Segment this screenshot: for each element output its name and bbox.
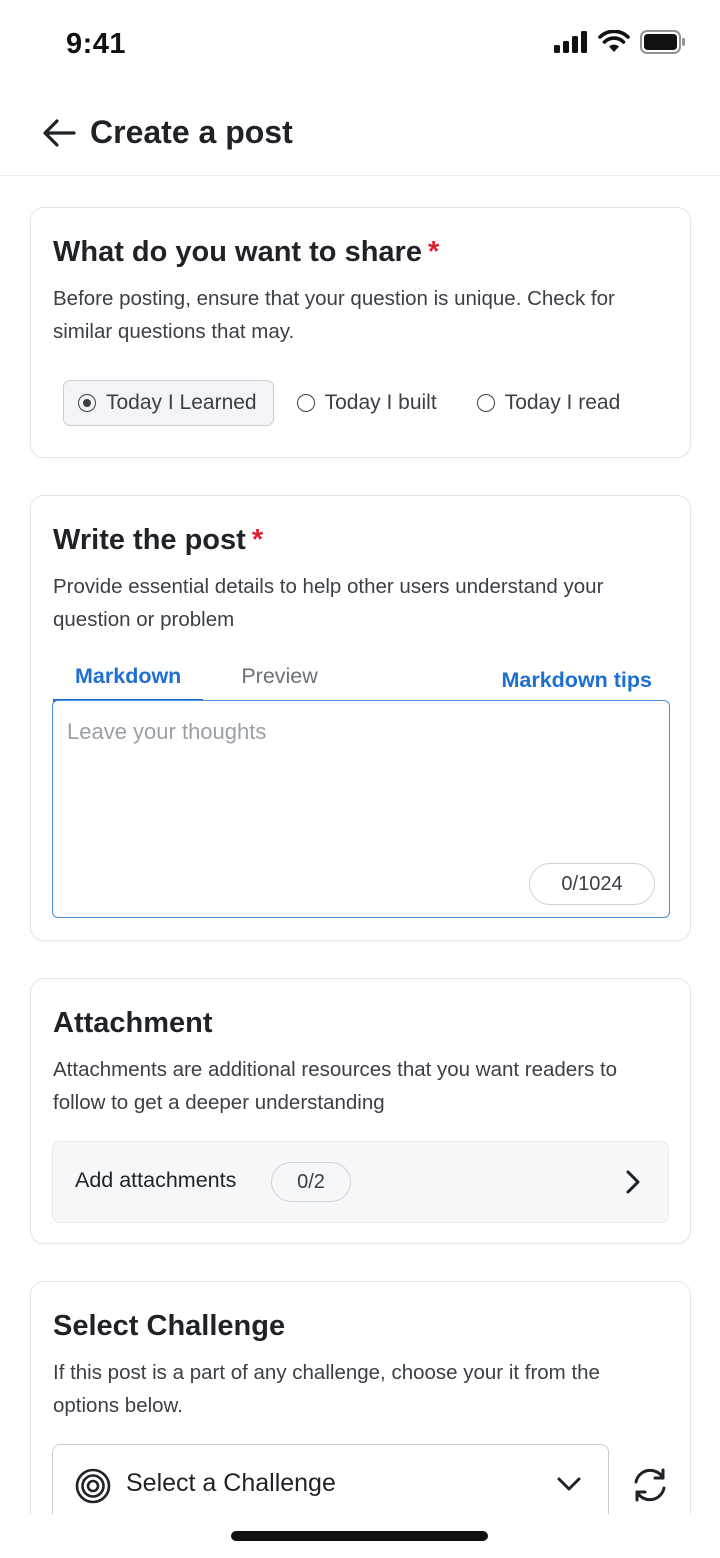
write-title: Write the post *: [53, 524, 264, 556]
chevron-down-icon: [556, 1475, 582, 1498]
char-count-badge: 0/1024: [529, 863, 655, 905]
tab-markdown[interactable]: Markdown: [53, 664, 204, 702]
back-arrow-icon: [42, 118, 76, 153]
home-indicator: [231, 1531, 488, 1541]
add-attachments-label: Add attachments: [75, 1168, 237, 1192]
share-card: What do you want to share * Before postin…: [30, 207, 691, 458]
attachment-count-badge: 0/2: [271, 1162, 351, 1202]
share-type-options: Today I Learned Today I built Today I re…: [63, 380, 637, 426]
app-header: Create a post: [0, 96, 720, 176]
chevron-right-icon: [624, 1169, 642, 1200]
battery-icon: [640, 30, 686, 59]
signal-icon: [554, 31, 588, 58]
radio-circle: [476, 394, 495, 412]
challenge-description: If this post is a part of any challenge,…: [53, 1361, 600, 1417]
markdown-tips-link[interactable]: Markdown tips: [501, 668, 652, 693]
add-attachments-row[interactable]: Add attachments 0/2: [52, 1141, 669, 1223]
attachment-card: Attachment Attachments are additional re…: [30, 978, 691, 1244]
required-star: *: [251, 524, 264, 556]
status-icons: [554, 29, 686, 59]
refresh-icon: [630, 1465, 670, 1510]
radio-today-i-read[interactable]: Today I read: [462, 380, 638, 426]
editor-tabs: Markdown Preview: [53, 664, 340, 702]
radio-circle: [78, 394, 96, 412]
attachment-description: Attachments are additional resources tha…: [53, 1058, 618, 1114]
tab-preview[interactable]: Preview: [219, 664, 339, 702]
status-bar: 9:41: [0, 0, 720, 90]
write-description: Provide essential details to help other …: [53, 575, 604, 631]
share-description: Before posting, ensure that your questio…: [53, 287, 615, 343]
refresh-challenges-button[interactable]: [629, 1466, 671, 1508]
challenge-title: Select Challenge: [53, 1310, 286, 1342]
target-icon: [75, 1468, 111, 1509]
status-time: 9:41: [66, 28, 127, 60]
share-title: What do you want to share *: [53, 236, 440, 268]
required-star: *: [427, 236, 440, 268]
write-card: Write the post * Provide essential detail…: [30, 495, 691, 941]
wifi-icon: [598, 29, 630, 59]
back-button[interactable]: [36, 112, 82, 158]
attachment-title: Attachment: [53, 1007, 213, 1039]
radio-circle: [296, 394, 315, 412]
radio-today-i-learned[interactable]: Today I Learned: [63, 380, 274, 426]
post-editor: 0/1024: [52, 700, 670, 918]
page-title: Create a post: [90, 114, 293, 150]
challenge-select-label: Select a Challenge: [126, 1469, 336, 1497]
radio-today-i-built[interactable]: Today I built: [282, 380, 454, 426]
